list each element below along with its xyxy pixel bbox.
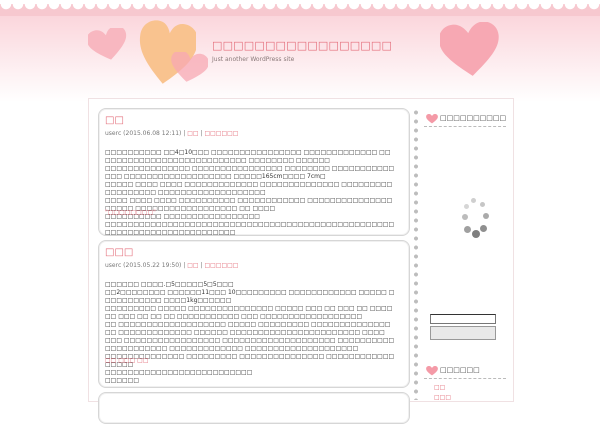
site-title[interactable]: □□□□□□□□□□□□□□□□□ [212,39,392,52]
spinner-dot [472,230,480,238]
heart-icon [426,114,438,124]
widget-title: □□□□□□□□□□ [424,112,506,127]
spinner-dot [464,204,469,209]
site-tagline: Just another WordPress site [212,56,295,63]
widget-title: □□□□□□ [424,364,506,379]
spinner-dot [462,214,468,220]
post-meta: userc (2015.05.22 19:50) | □□ | □□□□□□ [105,262,238,269]
read-more-link[interactable]: □□ □□□ □□ [105,357,149,364]
post-body: □□□□□□□□□□ □□4□10□□□ □□□□□□□□□□□□□□□□ □□… [105,149,395,236]
post-category-link[interactable]: □□ [187,262,198,269]
widget-title-text: □□□□□□ [440,366,480,374]
post-meta: userc (2015.06.08 12:11) | □□ | □□□□□□ [105,130,238,137]
spinner-dot [471,198,476,203]
heart-icon [440,22,499,76]
spinner-dot [483,213,489,219]
post-author-date: userc (2015.05.22 19:50) [105,262,182,269]
post-card: □□ userc (2015.06.08 12:11) | □□ | □□□□□… [98,108,410,236]
heart-icon [88,28,127,60]
post-category-link[interactable]: □□ [187,130,198,137]
search-input[interactable] [430,314,496,324]
spinner-dot [480,225,487,232]
lace-scallops [0,4,600,16]
spinner-dot [480,202,485,207]
read-more-link[interactable]: "□□□□□□□□" [105,209,156,216]
post-title[interactable]: □□□ [105,247,133,258]
loading-spinner-icon [460,198,490,240]
spinner-dot [464,226,471,233]
heart-icon [171,52,208,82]
post-comments-link[interactable]: □□□□□□ [204,262,238,269]
dotted-divider [412,108,420,400]
post-card [98,392,410,424]
widget-title-text: □□□□□□□□□□ [440,114,507,122]
post-author-date: userc (2015.06.08 12:11) [105,130,182,137]
post-card: □□□ userc (2015.05.22 19:50) | □□ | □□□□… [98,240,410,388]
search-button[interactable] [430,326,496,340]
heart-icon [426,366,438,376]
category-link[interactable]: □□ [434,384,445,391]
post-comments-link[interactable]: □□□□□□ [204,130,238,137]
post-title[interactable]: □□ [105,115,124,126]
post-body: □□□□□□ □□□□.□5□□□□□5□5□□□ □□2□□□□□□□□ □□… [105,281,395,384]
lace-border [0,0,600,16]
